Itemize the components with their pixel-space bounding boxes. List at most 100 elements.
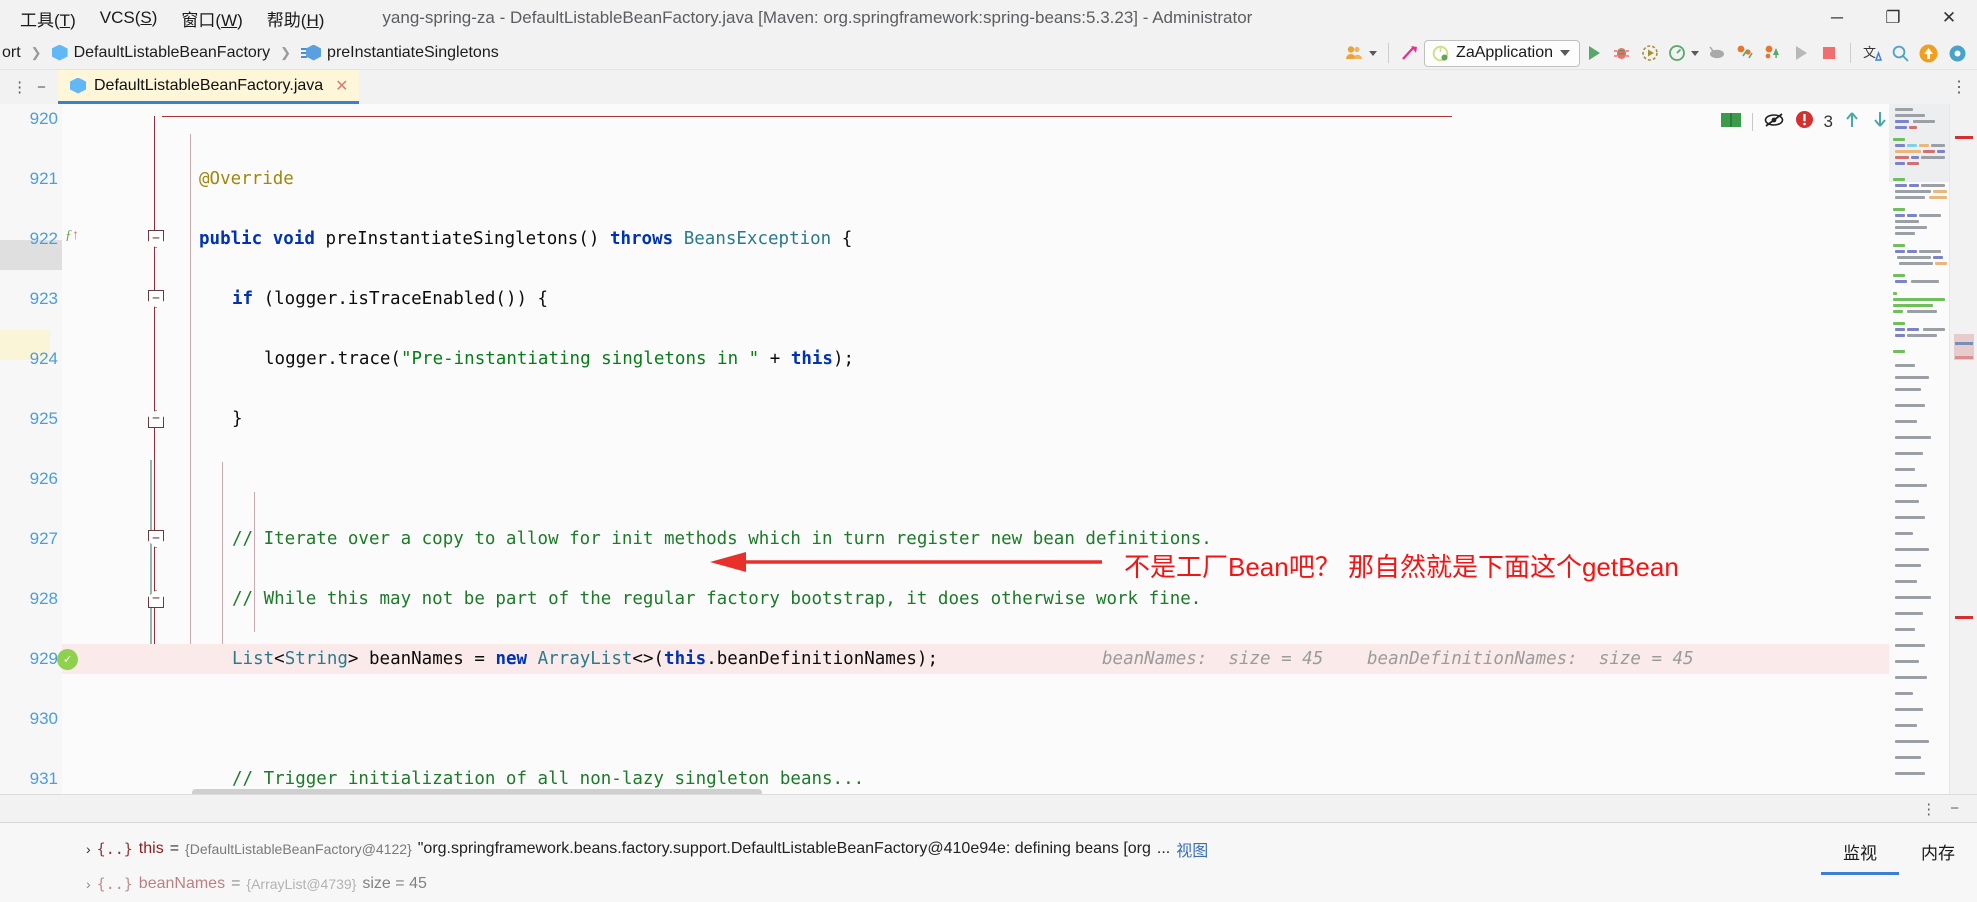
users-icon[interactable]	[1341, 39, 1381, 67]
menu-help[interactable]: 帮助(H)	[255, 2, 337, 35]
menu-vcs[interactable]: VCS(S)	[88, 4, 170, 32]
code-line-925[interactable]: 925 − }	[30, 404, 1977, 434]
users-caret-icon	[1369, 50, 1378, 56]
editor-bottom-bar: ⋮ −	[0, 794, 1977, 822]
breadcrumb-item-class[interactable]: DefaultListableBeanFactory	[44, 42, 279, 64]
arrow-down-icon[interactable]	[1871, 110, 1889, 134]
book-icon[interactable]	[1720, 111, 1742, 134]
executed-check-icon: ✓	[57, 649, 78, 670]
run-disabled-icon	[1787, 39, 1815, 67]
code-line-927[interactable]: 927 − // Iterate over a copy to allow fo…	[30, 524, 1977, 554]
attach-icon[interactable]	[1703, 39, 1731, 67]
menu-window-label: 窗口	[181, 10, 216, 30]
line-number: 920	[29, 109, 58, 128]
view-link[interactable]: 视图	[1176, 837, 1208, 861]
coverage-tree-icon[interactable]	[1759, 39, 1787, 67]
fold-marker[interactable]: −	[148, 530, 164, 548]
close-button[interactable]: ✕	[1921, 0, 1977, 36]
stripe-error-marker[interactable]	[1955, 136, 1973, 139]
breadcrumb-separator-2: ❯	[280, 44, 292, 60]
variable-value: "org.springframework.beans.factory.suppo…	[417, 840, 1151, 857]
stripe-error-marker-2[interactable]	[1955, 616, 1973, 619]
fold-marker[interactable]: −	[148, 230, 164, 248]
fold-marker[interactable]: −	[148, 590, 164, 608]
line-text: public void preInstantiateSingletons() t…	[199, 229, 853, 249]
line-number: 931	[29, 769, 58, 788]
variable-row-this[interactable]: › {..} this = {DefaultListableBeanFactor…	[86, 837, 1208, 861]
code-line-928[interactable]: 928 − // While this may not be part of t…	[30, 584, 1977, 614]
stop-icon[interactable]	[1815, 39, 1843, 67]
expand-arrow-icon[interactable]: ›	[86, 841, 91, 857]
debugger-variables-panel[interactable]: › {..} this = {DefaultListableBeanFactor…	[0, 822, 1977, 902]
code-line-930[interactable]: 930	[30, 704, 1977, 734]
method-icon	[301, 44, 322, 61]
breadcrumb-item-method[interactable]: preInstantiateSingletons	[293, 42, 507, 64]
translate-icon[interactable]: 文	[1858, 39, 1886, 67]
menu-window[interactable]: 窗口(W)	[169, 2, 254, 35]
line-number: 921	[29, 169, 58, 188]
inspection-widget: 3	[1720, 110, 1889, 134]
code-line-923[interactable]: 923 − if (logger.isTraceEnabled()) {	[30, 284, 1977, 314]
maven-build-icon[interactable]	[1396, 39, 1424, 67]
update-icon[interactable]	[1914, 39, 1943, 67]
variable-name: this	[138, 840, 164, 857]
code-line-929[interactable]: 929 ✓ List<String> beanNames = new Array…	[30, 644, 1917, 674]
tab-memory[interactable]: 内存	[1899, 823, 1977, 875]
line-text: if (logger.isTraceEnabled()) {	[232, 289, 549, 309]
code-line-920[interactable]: 920	[30, 104, 1977, 134]
variable-row-partial[interactable]: › {..} beanNames = {ArrayList@4739} size…	[86, 875, 427, 893]
rerun-icon[interactable]	[1636, 39, 1664, 67]
code-line-924[interactable]: 924 logger.trace("Pre-instantiating sing…	[30, 344, 1977, 374]
tab-watches[interactable]: 监视	[1821, 823, 1899, 875]
code-content[interactable]: 920 921 @Override 922 ƒ↑ − public void p…	[30, 104, 1977, 794]
error-circle-icon[interactable]	[1795, 110, 1814, 134]
maximize-button[interactable]: ❐	[1865, 0, 1921, 36]
code-editor[interactable]: 920 921 @Override 922 ƒ↑ − public void p…	[0, 104, 1977, 794]
collapse-icon[interactable]: −	[37, 79, 46, 96]
breadcrumb-separator: ❯	[30, 44, 42, 60]
menu-help-label: 帮助	[266, 10, 301, 30]
line-text: List<String> beanNames = new ArrayList<>…	[232, 649, 938, 669]
line-number: 930	[29, 709, 58, 728]
tab-strip-overflow[interactable]: ⋮	[1951, 70, 1977, 104]
variable-equals-2: =	[231, 875, 241, 892]
inline-hint-beannames: beanNames: size = 45	[1102, 649, 1324, 669]
coverage-icon[interactable]	[1731, 39, 1759, 67]
code-line-921[interactable]: 921 @Override	[30, 164, 1977, 194]
debug-icon[interactable]	[1608, 39, 1636, 67]
close-icon[interactable]: ✕	[335, 76, 348, 96]
eye-slash-icon[interactable]	[1763, 111, 1785, 134]
code-minimap[interactable]	[1889, 104, 1949, 794]
settings-icon[interactable]	[1943, 39, 1971, 67]
line-number-gutter	[0, 104, 62, 794]
menu-tools-mnemonic: T	[59, 10, 71, 30]
breadcrumb-prefix[interactable]: ort	[0, 42, 29, 64]
menu-tools[interactable]: 工具(T)	[8, 2, 88, 35]
fold-marker[interactable]: −	[148, 290, 164, 308]
fold-marker[interactable]: −	[148, 410, 164, 428]
run-configuration-name: ZaApplication	[1456, 44, 1553, 61]
more-options-icon[interactable]: ⋮	[12, 78, 27, 96]
spring-boot-icon	[1432, 45, 1449, 61]
line-text: // While this may not be part of the reg…	[232, 589, 1202, 609]
editor-tab-default-listable-bean-factory[interactable]: DefaultListableBeanFactory.java ✕	[58, 70, 359, 104]
code-line-926[interactable]: 926	[30, 464, 1977, 494]
code-line-922[interactable]: 922 ƒ↑ − public void preInstantiateSingl…	[30, 224, 1977, 254]
override-method-icon[interactable]: ƒ↑	[65, 228, 79, 244]
intellij-idea-window: 工具(T) VCS(S) 窗口(W) 帮助(H) yang-spring-za …	[0, 0, 1977, 902]
variable-reference-2: {ArrayList@4739}	[246, 876, 357, 892]
line-number: 929	[29, 649, 58, 668]
expand-arrow-icon-2[interactable]: ›	[86, 876, 91, 892]
run-icon[interactable]	[1580, 39, 1608, 67]
run-configuration-selector[interactable]: ZaApplication	[1424, 39, 1580, 67]
profiler-icon[interactable]	[1664, 39, 1703, 67]
minimize-button[interactable]: ─	[1809, 0, 1865, 36]
editor-collapse-icon[interactable]: −	[1950, 800, 1959, 817]
editor-options-icon[interactable]: ⋮	[1921, 800, 1936, 818]
arrow-up-icon[interactable]	[1843, 110, 1861, 134]
variable-reference: {DefaultListableBeanFactory@4122}	[185, 841, 412, 857]
menu-help-mnemonic: H	[306, 10, 319, 30]
search-icon[interactable]	[1886, 39, 1914, 67]
line-number: 928	[29, 589, 58, 608]
error-stripe[interactable]	[1949, 104, 1977, 794]
